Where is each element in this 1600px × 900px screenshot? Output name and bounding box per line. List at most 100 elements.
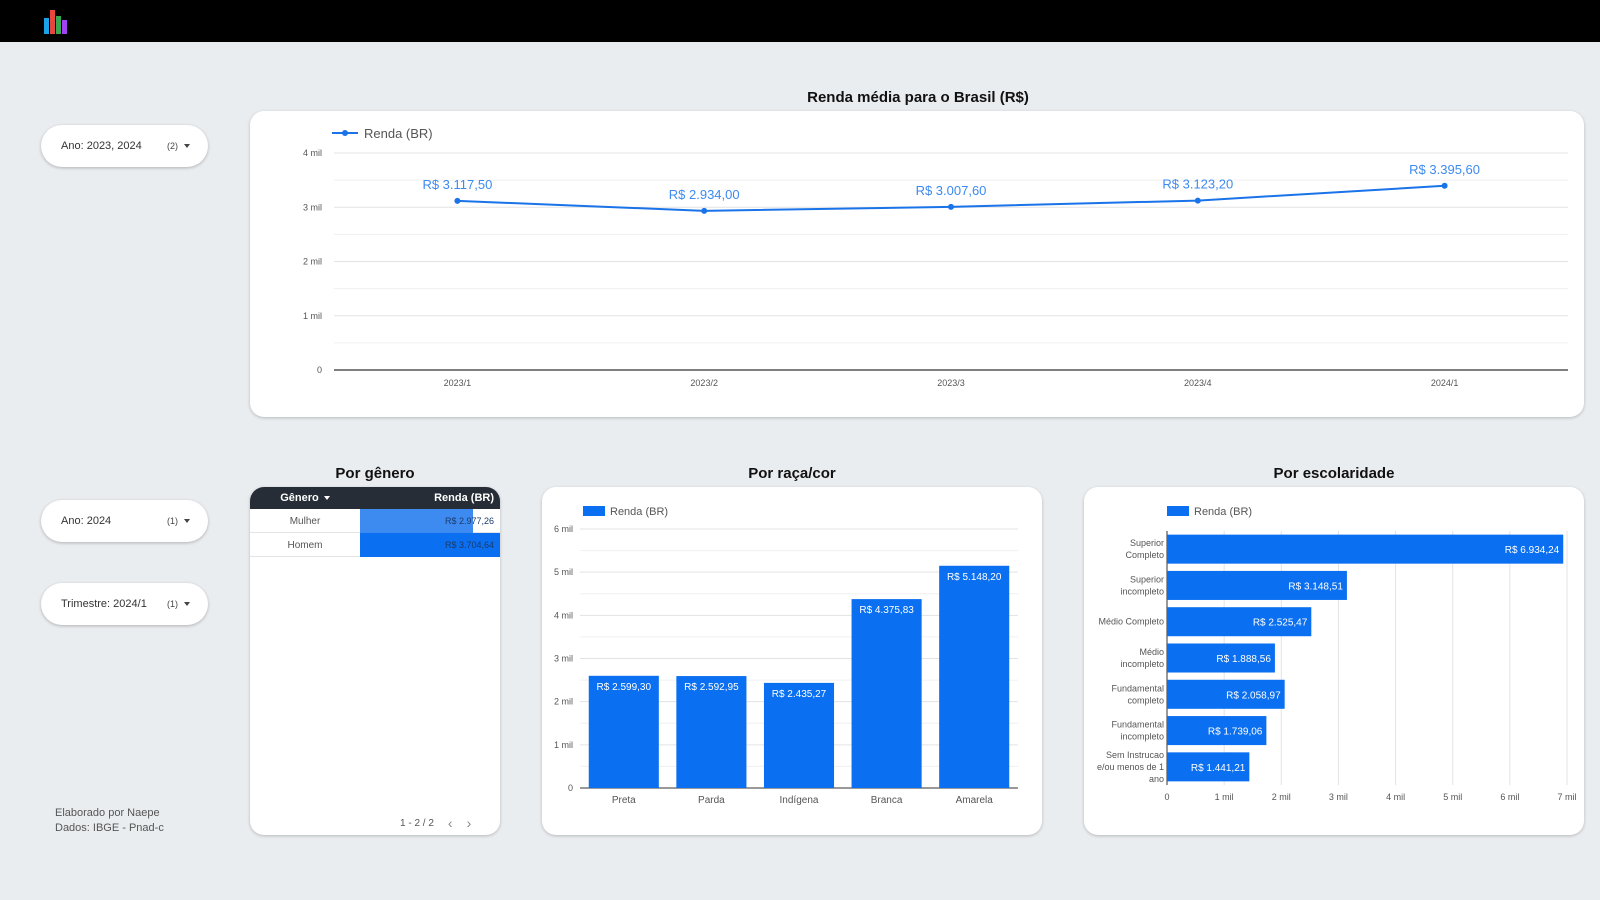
bar-chart-logo-icon[interactable] bbox=[44, 6, 80, 34]
genero-column-header[interactable]: Gênero bbox=[250, 487, 360, 509]
legend-label: Renda (BR) bbox=[364, 126, 433, 141]
raca-bar-chart: Renda (BR) 0 1 mil 2 mil 3 mil 4 mil 5 mil 6 mi… bbox=[554, 506, 1018, 806]
escolaridade-bar-chart-card: Renda (BR) 0 1 mil 2 mil 3 mil 4 mil 5 mil 6 mi… bbox=[1084, 487, 1584, 835]
filter-value: 2023, 2024 bbox=[86, 140, 142, 152]
table-row[interactable]: Mulher R$ 2.977,26 bbox=[250, 509, 500, 533]
bar-data-label: R$ 1.739,06 bbox=[1208, 727, 1263, 738]
filter-count: (1) bbox=[167, 516, 178, 526]
y-tick-label: 2 mil bbox=[554, 697, 573, 707]
x-tick-label: 4 mil bbox=[1386, 792, 1405, 802]
genero-title: Por gênero bbox=[335, 465, 415, 482]
y-tick-label: Médio Completo bbox=[1098, 617, 1164, 627]
renda-value: R$ 2.977,26 bbox=[444, 516, 494, 526]
filter-trimestre[interactable]: Trimestre: 2024/1 (1) bbox=[41, 583, 208, 625]
x-tick-label: 6 mil bbox=[1500, 792, 1519, 802]
chevron-left-icon[interactable]: ‹ bbox=[448, 815, 453, 831]
y-tick-label: Fundamental incompleto bbox=[1111, 720, 1164, 742]
bar-data-label: R$ 6.934,24 bbox=[1505, 545, 1560, 556]
bar-data-label: R$ 3.148,51 bbox=[1288, 581, 1343, 592]
x-tick-label: Preta bbox=[612, 795, 636, 806]
y-tick-label: 3 mil bbox=[554, 654, 573, 664]
data-point[interactable] bbox=[948, 203, 954, 210]
renda-value: R$ 3.704,64 bbox=[444, 540, 494, 550]
y-tick-label: 0 bbox=[568, 783, 573, 793]
top-bar bbox=[0, 0, 1600, 42]
y-tick-label: 1 mil bbox=[554, 740, 573, 750]
filter-key: Ano bbox=[61, 515, 81, 527]
bar-data-label: R$ 2.525,47 bbox=[1253, 618, 1308, 629]
caret-down-icon bbox=[184, 519, 190, 523]
gender-table-card: Gênero Renda (BR) Mulher R$ 2.977,26 Homem… bbox=[250, 487, 500, 835]
data-label: R$ 3.395,60 bbox=[1409, 162, 1480, 177]
filter-value: 2024/1 bbox=[113, 598, 147, 610]
y-tick-label: 4 mil bbox=[303, 148, 322, 158]
y-tick-label: Sem Instrucao e/ou menos de 1 ano bbox=[1097, 750, 1164, 784]
filter-key: Ano bbox=[61, 140, 81, 152]
caret-down-icon bbox=[184, 602, 190, 606]
filter-key: Trimestre bbox=[61, 598, 108, 610]
bar-data-label: R$ 4.375,83 bbox=[859, 605, 914, 616]
renda-cell: R$ 3.704,64 bbox=[360, 533, 500, 557]
bar[interactable] bbox=[851, 599, 922, 788]
brasil-line-chart: Renda (BR) 0 1 mil 2 mil 3 mil 4 mil R$ 3.117,… bbox=[303, 126, 1568, 388]
data-label: R$ 3.007,60 bbox=[916, 183, 987, 198]
brasil-chart-title: Renda média para o Brasil (R$) bbox=[807, 89, 1029, 106]
x-tick-label: 7 mil bbox=[1557, 792, 1576, 802]
y-tick-label: 6 mil bbox=[554, 524, 573, 534]
x-tick-label: Indígena bbox=[780, 795, 819, 806]
genero-header-label: Gênero bbox=[280, 492, 319, 504]
filter-count: (1) bbox=[167, 599, 178, 609]
pagination: 1 - 2 / 2 ‹ › bbox=[400, 815, 471, 831]
x-tick-label: 2023/3 bbox=[937, 378, 965, 388]
filter-ano-2023-2024[interactable]: Ano: 2023, 2024 (2) bbox=[41, 125, 208, 167]
legend-label: Renda (BR) bbox=[1194, 506, 1252, 518]
table-header: Gênero Renda (BR) bbox=[250, 487, 500, 509]
x-tick-label: 3 mil bbox=[1329, 792, 1348, 802]
y-tick-label: 1 mil bbox=[303, 311, 322, 321]
legend-swatch bbox=[1167, 506, 1189, 516]
legend-dot-icon bbox=[342, 130, 348, 136]
y-tick-label: Superior incompleto bbox=[1120, 574, 1164, 596]
brasil-line-chart-card: Renda (BR) 0 1 mil 2 mil 3 mil 4 mil R$ 3.117,… bbox=[250, 111, 1584, 417]
x-tick-label: 2023/4 bbox=[1184, 378, 1212, 388]
data-point[interactable] bbox=[1441, 182, 1448, 189]
gender-label: Homem bbox=[287, 539, 323, 551]
bar-data-label: R$ 5.148,20 bbox=[947, 572, 1002, 583]
legend-label: Renda (BR) bbox=[610, 506, 668, 518]
chevron-right-icon[interactable]: › bbox=[467, 815, 472, 831]
x-tick-label: 0 bbox=[1164, 792, 1169, 802]
renda-cell: R$ 2.977,26 bbox=[360, 509, 500, 533]
y-tick-label: 2 mil bbox=[303, 257, 322, 267]
y-tick-label: 5 mil bbox=[554, 567, 573, 577]
x-tick-label: 5 mil bbox=[1443, 792, 1462, 802]
renda-column-header[interactable]: Renda (BR) bbox=[434, 487, 494, 509]
raca-bar-chart-card: Renda (BR) 0 1 mil 2 mil 3 mil 4 mil 5 mil 6 mi… bbox=[542, 487, 1042, 835]
bar-data-label: R$ 2.058,97 bbox=[1226, 690, 1281, 701]
x-tick-label: Amarela bbox=[956, 795, 994, 806]
x-tick-label: 2 mil bbox=[1272, 792, 1291, 802]
table-row[interactable]: Homem R$ 3.704,64 bbox=[250, 533, 500, 557]
data-label: R$ 3.123,20 bbox=[1162, 177, 1233, 192]
x-tick-label: 2023/2 bbox=[690, 378, 718, 388]
data-label: R$ 3.117,50 bbox=[422, 177, 492, 192]
y-tick-label: Médio incompleto bbox=[1120, 647, 1164, 669]
y-tick-label: 3 mil bbox=[303, 202, 322, 212]
sort-caret-icon bbox=[323, 496, 330, 500]
bar-data-label: R$ 1.888,56 bbox=[1216, 654, 1271, 665]
data-point[interactable] bbox=[701, 207, 708, 214]
data-label: R$ 2.934,00 bbox=[669, 187, 740, 202]
footer-line-1: Elaborado por Naepe bbox=[55, 807, 160, 819]
data-point[interactable] bbox=[1194, 197, 1201, 204]
footer-line-2: Dados: IBGE - Pnad-c bbox=[55, 822, 164, 834]
data-point[interactable] bbox=[454, 197, 461, 204]
raca-title: Por raça/cor bbox=[748, 465, 836, 482]
bar[interactable] bbox=[939, 565, 1010, 788]
filter-ano-2024[interactable]: Ano: 2024 (1) bbox=[41, 500, 208, 542]
footer-credits: Elaborado por Naepe Dados: IBGE - Pnad-c bbox=[55, 806, 164, 836]
x-tick-label: Parda bbox=[698, 795, 725, 806]
gender-label: Mulher bbox=[289, 515, 321, 527]
pagination-label: 1 - 2 / 2 bbox=[400, 817, 434, 829]
filter-value: 2024 bbox=[86, 515, 112, 527]
filter-count: (2) bbox=[167, 141, 178, 151]
x-tick-label: 1 mil bbox=[1215, 792, 1234, 802]
